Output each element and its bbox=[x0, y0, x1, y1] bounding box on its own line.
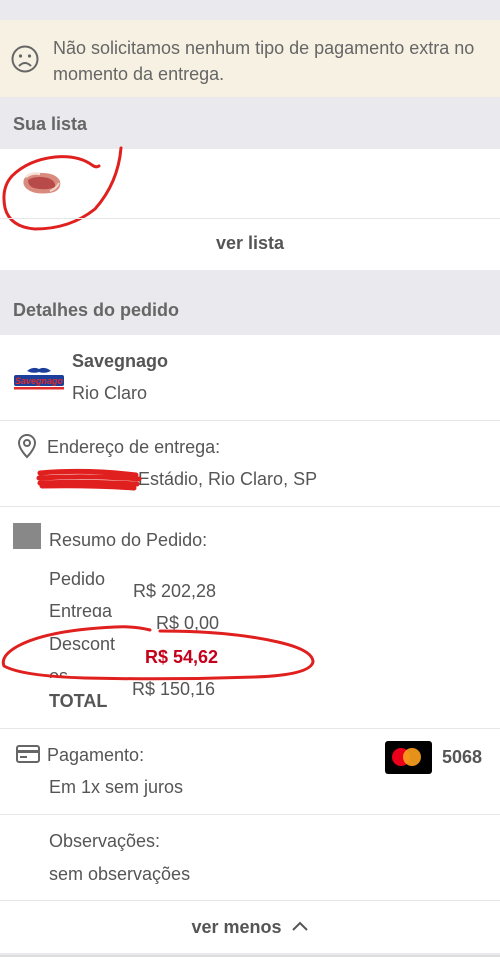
payment-notice-banner: Não solicitamos nenhum tipo de pagamento… bbox=[0, 20, 500, 97]
red-circle-annotation bbox=[2, 146, 123, 231]
notes-value: sem observações bbox=[49, 864, 191, 884]
list-section-title: Sua lista bbox=[13, 114, 88, 134]
store-name: Savegnago bbox=[72, 351, 169, 371]
mastercard-yellow-circle bbox=[403, 748, 421, 766]
address-value: Estádio, Rio Claro, SP bbox=[138, 469, 318, 489]
store-divider bbox=[0, 420, 500, 421]
card-last4: 5068 bbox=[442, 747, 483, 767]
notes-divider bbox=[0, 900, 500, 901]
view-less-label: ver menos bbox=[191, 917, 282, 937]
list-section-header: Sua lista bbox=[0, 97, 500, 149]
notes-label: Observações: bbox=[49, 831, 161, 851]
savegnago-logo: Savegnago bbox=[14, 367, 64, 390]
summary-value-order: R$ 202,28 bbox=[133, 581, 217, 601]
order-details-title: Detalhes do pedido bbox=[13, 300, 180, 320]
address-divider bbox=[0, 506, 500, 507]
summary-square-icon bbox=[13, 523, 41, 549]
store-city: Rio Claro bbox=[72, 383, 148, 403]
discount-circle-annotation bbox=[1, 625, 315, 681]
location-pin-icon bbox=[17, 433, 37, 459]
view-list-button[interactable]: ver lista bbox=[0, 233, 500, 254]
summary-divider bbox=[0, 728, 500, 729]
summary-value-total: R$ 150,16 bbox=[132, 679, 216, 699]
summary-label-total: TOTAL bbox=[49, 691, 108, 711]
chevron-up-icon bbox=[291, 921, 308, 931]
payment-divider bbox=[0, 814, 500, 815]
sad-face-icon bbox=[11, 45, 39, 73]
mastercard-icon bbox=[385, 741, 432, 774]
payment-installments: Em 1x sem juros bbox=[49, 777, 184, 797]
order-details-header: Detalhes do pedido bbox=[0, 270, 500, 335]
notice-text: Não solicitamos nenhum tipo de pagamento… bbox=[53, 38, 475, 84]
summary-label-delivery: Entrega bbox=[49, 601, 113, 617]
top-strip bbox=[0, 0, 500, 20]
logo-text: Savegnago bbox=[15, 376, 64, 386]
view-less-button[interactable]: ver menos bbox=[0, 917, 500, 938]
list-divider bbox=[0, 218, 500, 219]
address-redaction-scribble bbox=[36, 468, 142, 491]
summary-title: Resumo do Pedido: bbox=[49, 530, 208, 550]
address-label: Endereço de entrega: bbox=[47, 437, 221, 457]
summary-label-order: Pedido bbox=[49, 569, 106, 589]
credit-card-icon bbox=[16, 745, 40, 763]
payment-label: Pagamento: bbox=[47, 745, 145, 765]
